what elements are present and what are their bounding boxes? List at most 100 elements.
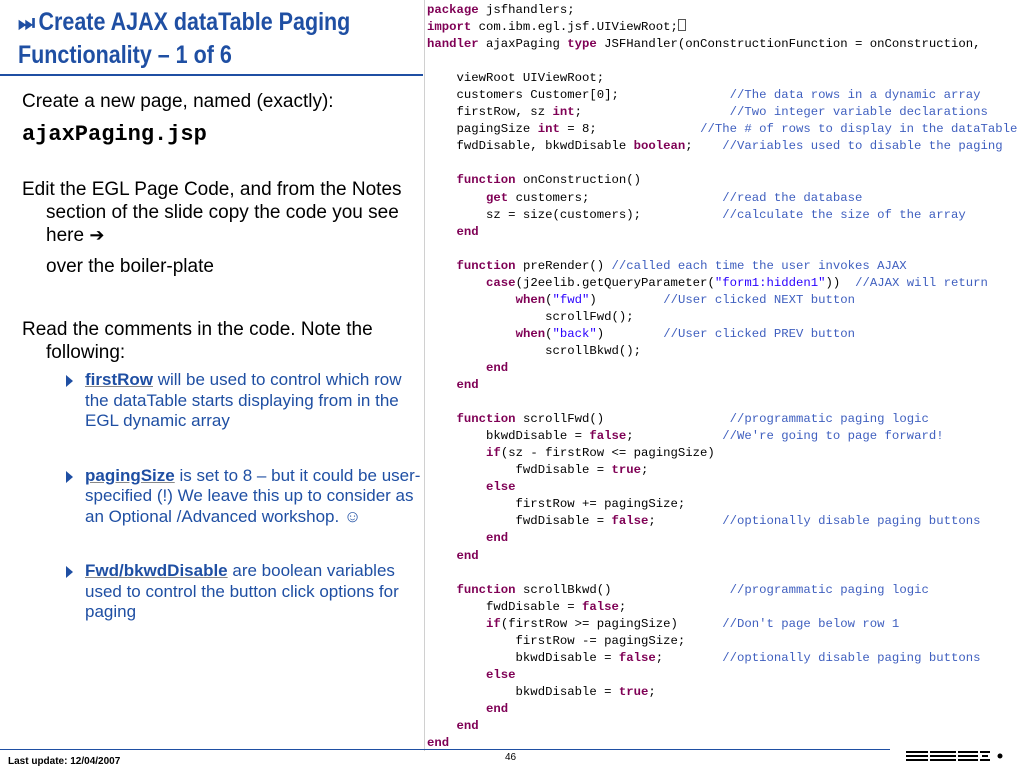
title-line-1: ⏭ Create AJAX dataTable Paging xyxy=(18,6,362,39)
code-text: ; xyxy=(574,105,730,120)
code-text: customers Customer[0]; xyxy=(427,88,730,103)
list-item: firstRow will be used to control which r… xyxy=(66,370,422,432)
code-line: handler ajaxPaging type JSFHandler(onCon… xyxy=(427,36,1017,53)
code-text: ; xyxy=(618,599,627,614)
code-text: fwdDisable, bkwdDisable xyxy=(427,139,634,154)
code-text: preRender() xyxy=(515,258,612,273)
code-line: import com.ibm.egl.jsf.UIViewRoot; xyxy=(427,19,1017,36)
code-keyword: if xyxy=(486,616,501,631)
code-text: bkwdDisable = xyxy=(427,650,619,665)
code-comment: //read the database xyxy=(722,190,863,205)
code-comment: //programmatic paging logic xyxy=(729,582,929,597)
code-line: package jsfhandlers; xyxy=(427,2,1017,19)
code-keyword: function xyxy=(456,412,516,427)
code-line: fwdDisable, bkwdDisable boolean; //Varia… xyxy=(427,138,1017,155)
code-line: firstRow, sz int; //Two integer variable… xyxy=(427,104,1017,121)
code-text: scrollBkwd() xyxy=(515,582,730,597)
code-line: scrollFwd(); xyxy=(427,309,1017,326)
code-keyword: end xyxy=(486,360,509,375)
instruction-read-comments: Read the comments in the code. Note the … xyxy=(22,319,373,363)
code-keyword: end xyxy=(486,531,509,546)
code-text: ; xyxy=(685,139,723,154)
code-text: pagingSize xyxy=(427,122,538,137)
code-keyword: when xyxy=(515,326,546,341)
code-text: onConstruction() xyxy=(515,173,642,188)
code-comment: //optionally disable paging buttons xyxy=(722,650,981,665)
code-text: sz = size(customers); xyxy=(427,207,723,222)
code-line: end xyxy=(427,360,1017,377)
code-keyword: false xyxy=(581,599,619,614)
code-line: else xyxy=(427,667,1017,684)
code-text: scrollFwd() xyxy=(515,412,730,427)
code-line: pagingSize int = 8; //The # of rows to d… xyxy=(427,121,1018,138)
bullet-term: pagingSize xyxy=(85,465,175,485)
code-text: firstRow += pagingSize; xyxy=(427,497,686,512)
code-text: )) xyxy=(825,275,856,290)
code-comment: //called each time the user invokes AJAX xyxy=(611,258,907,273)
code-keyword: end xyxy=(456,548,479,563)
slide-body: Create a new page, named (exactly): ajax… xyxy=(22,90,422,623)
code-line: function preRender() //called each time … xyxy=(427,258,1017,275)
code-keyword: type xyxy=(567,37,597,52)
code-keyword: get xyxy=(486,190,509,205)
code-line: if(firstRow >= pagingSize) //Don't page … xyxy=(427,616,1017,633)
code-text: fwdDisable = xyxy=(427,599,582,614)
bullet-term: firstRow xyxy=(85,370,153,389)
code-text: customers; xyxy=(508,190,723,205)
code-line: fwdDisable = false; xyxy=(427,599,1017,616)
code-line: customers Customer[0]; //The data rows i… xyxy=(427,87,1017,104)
code-comment: //Two integer variable declarations xyxy=(729,105,988,120)
code-comment: //calculate the size of the array xyxy=(722,207,966,222)
code-string: "back" xyxy=(552,326,597,341)
code-keyword: function xyxy=(456,582,516,597)
code-comment: //Variables used to disable the paging xyxy=(722,139,1003,154)
code-line: end xyxy=(427,718,1017,735)
last-update: Last update: 12/04/2007 xyxy=(8,756,121,767)
code-line: sz = size(customers); //calculate the si… xyxy=(427,207,1017,224)
code-text: viewRoot UIViewRoot; xyxy=(427,71,605,86)
code-text: ; xyxy=(626,429,723,444)
code-string: "form1:hidden1" xyxy=(714,275,826,290)
footer-divider xyxy=(0,749,890,750)
code-keyword: true xyxy=(618,684,649,699)
instruction-edit-code-sub: over the boiler-plate xyxy=(46,256,214,277)
code-text: com.ibm.egl.jsf.UIViewRoot; xyxy=(471,20,678,35)
code-keyword: function xyxy=(456,173,516,188)
code-keyword: import xyxy=(427,20,472,35)
bullet-triangle-icon xyxy=(66,470,73,483)
code-line: else xyxy=(427,479,1017,496)
code-line: end xyxy=(427,548,1017,565)
code-line: bkwdDisable = false; //We're going to pa… xyxy=(427,428,1017,445)
code-keyword: false xyxy=(611,514,649,529)
code-keyword: else xyxy=(486,667,516,682)
code-line: end xyxy=(427,224,1017,241)
code-keyword: when xyxy=(515,292,546,307)
code-keyword: boolean xyxy=(633,139,686,154)
instruction-edit-code: Edit the EGL Page Code, and from the Not… xyxy=(22,178,422,247)
code-keyword: else xyxy=(486,480,516,495)
arrow-right-icon: ➔ xyxy=(89,225,105,245)
code-line: firstRow -= pagingSize; xyxy=(427,633,1017,650)
code-keyword: function xyxy=(456,258,516,273)
code-line: fwdDisable = false; //optionally disable… xyxy=(427,513,1017,530)
code-line: scrollBkwd(); xyxy=(427,343,1017,360)
code-text: (firstRow >= pagingSize) xyxy=(500,616,723,631)
skip-forward-icon: ⏭ xyxy=(18,10,36,35)
code-comment: //User clicked PREV button xyxy=(663,326,856,341)
code-keyword: int xyxy=(552,105,575,120)
bullet-triangle-icon xyxy=(66,375,73,387)
